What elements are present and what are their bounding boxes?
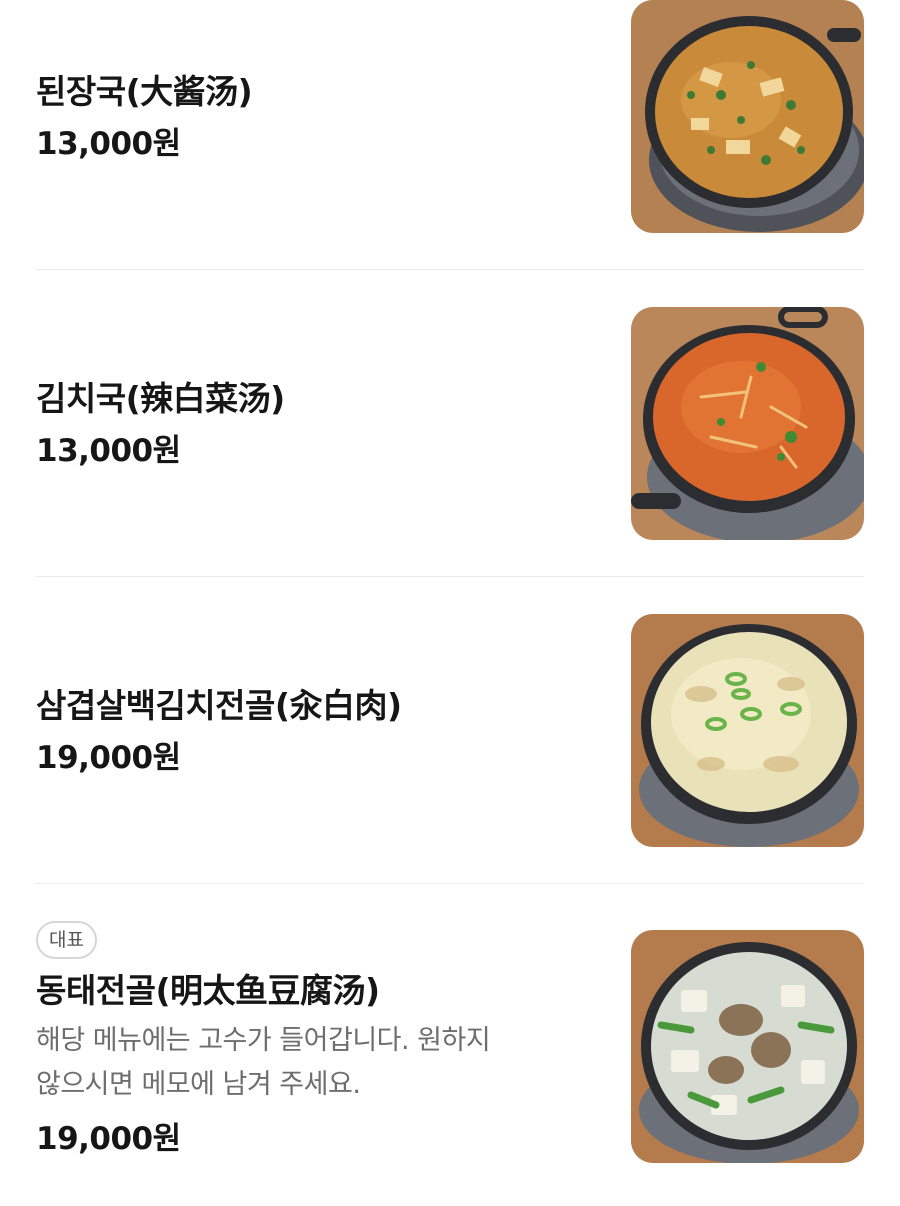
doenjang-soup-photo[interactable] <box>631 0 864 233</box>
pork-white-kimchi-hotpot-image <box>631 614 864 847</box>
menu-item-name: 삼겹살백김치전골(汆白肉) <box>36 686 402 725</box>
menu-item-name: 동태전골(明太鱼豆腐汤) <box>36 971 380 1010</box>
menu-item-name: 김치국(辣白菜汤) <box>36 379 285 418</box>
menu-item-text: 삼겹살백김치전골(汆白肉) 19,000원 <box>36 684 596 780</box>
pork-white-kimchi-hotpot-photo[interactable] <box>631 614 864 847</box>
menu-item-price: 13,000원 <box>36 433 181 469</box>
menu-item-kimchi-soup[interactable]: 김치국(辣白菜汤) 13,000원 <box>36 270 864 577</box>
menu-item-description-line-1: 해당 메뉴에는 고수가 들어갑니다. 원하지 <box>36 1025 491 1056</box>
menu-item-pollock-hotpot[interactable]: 대표 동태전골(明太鱼豆腐汤) 해당 메뉴에는 고수가 들어갑니다. 원하지 않… <box>36 884 864 1206</box>
menu-item-description-line-2: 않으시면 메모에 남겨 주세요. <box>36 1069 361 1100</box>
menu-item-doenjang[interactable]: 된장국(大酱汤) 13,000원 <box>36 0 864 270</box>
kimchi-soup-image <box>631 307 864 540</box>
menu-item-pork-white-kimchi-hotpot[interactable]: 삼겹살백김치전골(汆白肉) 19,000원 <box>36 577 864 884</box>
pollock-hotpot-photo[interactable] <box>631 930 864 1163</box>
pollock-hotpot-image <box>631 930 864 1163</box>
menu-item-text: 대표 동태전골(明太鱼豆腐汤) 해당 메뉴에는 고수가 들어갑니다. 원하지 않… <box>36 921 596 1161</box>
menu-list: 된장국(大酱汤) 13,000원 김치국(辣白菜汤) 13,000원 삼겹살백김… <box>0 0 900 1206</box>
menu-item-text: 김치국(辣白菜汤) 13,000원 <box>36 377 596 473</box>
menu-item-name: 된장국(大酱汤) <box>36 72 253 111</box>
menu-item-price: 19,000원 <box>36 1121 181 1157</box>
doenjang-soup-image <box>631 0 864 233</box>
menu-item-price: 19,000원 <box>36 740 181 776</box>
menu-item-text: 된장국(大酱汤) 13,000원 <box>36 70 596 166</box>
signature-badge: 대표 <box>36 921 97 959</box>
kimchi-soup-photo[interactable] <box>631 307 864 540</box>
menu-item-price: 13,000원 <box>36 126 181 162</box>
